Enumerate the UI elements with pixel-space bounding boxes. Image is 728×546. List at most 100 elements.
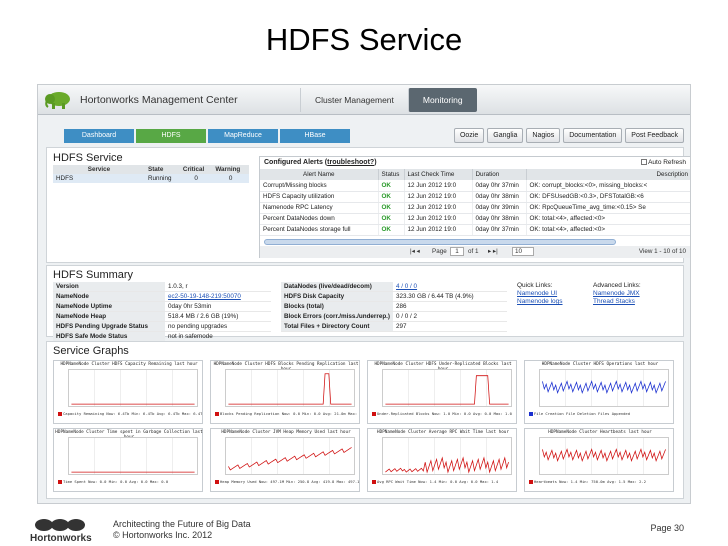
graph-tile[interactable]: HDPNameNode Cluster HDFS Operations last…	[524, 360, 674, 424]
page-input[interactable]: 1	[450, 247, 464, 256]
namenode-ui-link[interactable]: Namenode UI	[517, 290, 563, 298]
graph-title: HDPNameNode Cluster Heartbeats last hour	[548, 430, 652, 435]
table-row[interactable]: Percent DataNodes storage full OK 12 Jun 2…	[260, 224, 690, 236]
legend-text: Under-Replicated Blocks Now: 1.0 Min: 0.…	[377, 411, 512, 416]
legend-swatch	[372, 412, 376, 416]
graph-title: HDPNameNode Cluster HDFS Operations last…	[541, 362, 659, 367]
auto-refresh: Auto Refresh	[640, 159, 686, 166]
nagios-button[interactable]: Nagios	[526, 128, 561, 143]
datanodes-link[interactable]: 4 / 0 / 0	[393, 282, 507, 292]
alerts-pager: |◂ ◂ Page 1 of 1 ▸ ▸| 10 View 1 - 10 of …	[260, 246, 690, 258]
col-description[interactable]: Description	[526, 169, 690, 180]
table-row[interactable]: Namenode RPC Latency OK 12 Jun 2012 19:0 0d…	[260, 202, 690, 214]
graph-series-line	[542, 380, 666, 394]
advanced-links: Advanced Links: Namenode JMX Thread Stac…	[593, 282, 641, 306]
cell-warning: 0	[212, 174, 249, 183]
tab-mapreduce[interactable]: MapReduce	[208, 129, 278, 143]
graph-plot	[225, 437, 355, 475]
graph-tile[interactable]: HDPNameNode Cluster HDFS Capacity Remain…	[53, 360, 203, 424]
graph-series-line	[385, 375, 509, 405]
auto-refresh-checkbox[interactable]	[640, 159, 647, 166]
tool-buttons: Oozie Ganglia Nagios Documentation Post …	[451, 128, 684, 143]
service-graphs-panel: Service Graphs HDPNameNode Cluster HDFS …	[46, 341, 684, 499]
oozie-button[interactable]: Oozie	[453, 128, 485, 143]
footer-tagline: Architecting the Future of Big Data	[113, 519, 251, 529]
documentation-button[interactable]: Documentation	[563, 128, 623, 143]
graph-series-line	[228, 447, 352, 471]
graph-tile[interactable]: HDPNameNode Cluster HDFS Blocks Pending …	[210, 360, 360, 424]
graph-series-line	[385, 456, 509, 474]
hortonworks-logo: Hortonworks	[30, 519, 92, 544]
graph-legend: Time Spent Now: 0.0 Min: 0.0 Avg: 0.0 Ma…	[58, 479, 202, 484]
graph-plot	[225, 369, 355, 407]
graph-tile[interactable]: HDPNameNode Cluster Time spent in Garbag…	[53, 428, 203, 492]
top-nav: Cluster Management Monitoring	[300, 88, 477, 112]
table-row[interactable]: HDFS Capacity utilization OK 12 Jun 2012 1…	[260, 191, 690, 203]
col-service: Service	[53, 165, 145, 174]
tab-hbase[interactable]: HBase	[280, 129, 350, 143]
col-status[interactable]: Status	[378, 169, 405, 180]
alerts-title: Configured Alerts (troubleshoot?)	[264, 159, 377, 166]
cell-critical: 0	[179, 174, 213, 183]
app-screenshot: Hortonworks Management Center Cluster Ma…	[37, 84, 691, 504]
tab-dashboard[interactable]: Dashboard	[64, 129, 134, 143]
namenode-jmx-link[interactable]: Namenode JMX	[593, 290, 641, 298]
legend-swatch	[372, 480, 376, 484]
page-size-select[interactable]: 10	[512, 247, 534, 256]
graph-plot	[68, 437, 198, 475]
horizontal-scrollbar[interactable]	[264, 239, 616, 245]
graph-plot	[382, 437, 512, 475]
graph-plot	[382, 369, 512, 407]
table-row[interactable]: Corrupt/Missing blocks OK 12 Jun 2012 19:0…	[260, 180, 690, 192]
cell-service: HDFS	[53, 174, 145, 183]
nav-cluster-management[interactable]: Cluster Management	[300, 88, 408, 112]
hdfs-service-panel: HDFS Service Service State Critical Warn…	[46, 147, 690, 263]
summary-left-table: Version 1.0.3, r NameNode ec2-50-19-148-21…	[53, 282, 271, 342]
summary-title: HDFS Summary	[53, 269, 134, 281]
table-row[interactable]: Percent DataNodes down OK 12 Jun 2012 19:0…	[260, 213, 690, 225]
alerts-table: Alert Name Status Last Check Time Durati…	[260, 169, 690, 236]
graph-tile[interactable]: HDPNameNode Cluster JVM Heap Memory Used…	[210, 428, 360, 492]
app-header: Hortonworks Management Center Cluster Ma…	[38, 85, 690, 115]
namenode-link[interactable]: ec2-50-19-148-219:50070	[165, 291, 271, 302]
summary-middle-table: DataNodes (live/dead/decom) 4 / 0 / 0 HDF…	[281, 282, 507, 332]
legend-text: Avg RPC Wait Time Now: 1.4 Min: 0.0 Avg:…	[377, 479, 499, 484]
svg-text:Hortonworks: Hortonworks	[30, 533, 92, 544]
legend-swatch	[215, 412, 219, 416]
graph-plot	[539, 437, 669, 475]
graph-plot	[68, 369, 198, 407]
legend-swatch	[529, 480, 533, 484]
next-page-icon[interactable]: ▸ ▸|	[488, 248, 498, 255]
col-duration[interactable]: Duration	[472, 169, 527, 180]
graph-title: HDPNameNode Cluster Average RPC Wait Tim…	[377, 430, 509, 435]
hdfs-summary-panel: HDFS Summary Version 1.0.3, r NameNode ec2…	[46, 265, 684, 342]
footer-text: Architecting the Future of Big Data © Ho…	[113, 519, 251, 541]
graph-legend: File Creation File Deletion Files Append…	[529, 411, 673, 416]
graph-tile[interactable]: HDPNameNode Cluster Average RPC Wait Tim…	[367, 428, 517, 492]
namenode-logs-link[interactable]: Namenode logs	[517, 298, 563, 306]
col-state: State	[145, 165, 180, 174]
table-row[interactable]: HDFS Running 0 0	[53, 174, 249, 183]
post-feedback-button[interactable]: Post Feedback	[625, 128, 684, 143]
quick-links: Quick Links: Namenode UI Namenode logs	[517, 282, 563, 306]
graph-tile[interactable]: HDPNameNode Cluster Heartbeats last hour…	[524, 428, 674, 492]
nav-monitoring[interactable]: Monitoring	[407, 88, 477, 112]
troubleshoot-link[interactable]: troubleshoot?	[327, 159, 374, 166]
ganglia-button[interactable]: Ganglia	[487, 128, 524, 143]
slide-title: HDFS Service	[265, 22, 463, 57]
legend-swatch	[215, 480, 219, 484]
graph-tile[interactable]: HDPNameNode Cluster HDFS Under-Replicate…	[367, 360, 517, 424]
graph-legend: Blocks Pending Replication Now: 0.0 Min:…	[215, 411, 359, 416]
graph-title: HDPNameNode Cluster JVM Heap Memory Used…	[221, 430, 351, 435]
first-page-icon[interactable]: |◂ ◂	[410, 248, 420, 255]
col-last-check[interactable]: Last Check Time	[404, 169, 473, 180]
legend-text: Heap Memory Used Now: 497.1M Min: 250.8 …	[220, 479, 359, 484]
graph-legend: Avg RPC Wait Time Now: 1.4 Min: 0.0 Avg:…	[372, 479, 516, 484]
col-alert-name[interactable]: Alert Name	[260, 169, 379, 180]
legend-text: Capacity Remaining Now: 6.4Tb Min: 6.4Tb…	[63, 411, 202, 416]
graph-legend: Heartbeats Now: 1.4 Min: 750.0m Avg: 1.5…	[529, 479, 673, 484]
cell-state: Running	[145, 174, 180, 183]
thread-stacks-link[interactable]: Thread Stacks	[593, 298, 641, 306]
tab-hdfs[interactable]: HDFS	[136, 129, 206, 143]
footer-copyright: © Hortonworks Inc. 2012	[113, 530, 213, 540]
